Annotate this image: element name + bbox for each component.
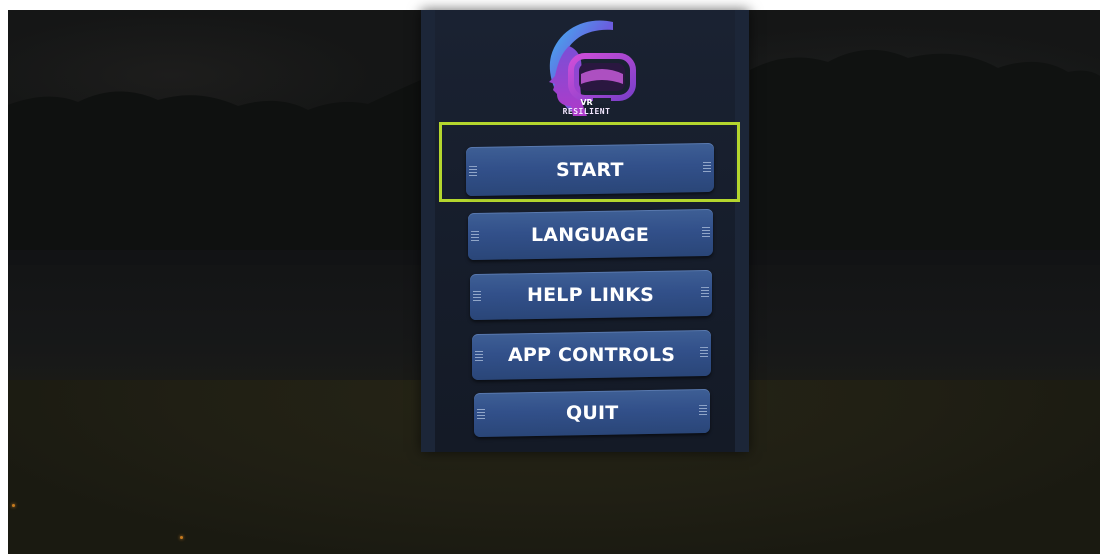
grip-lines-icon	[469, 165, 477, 177]
panel-right-edge	[735, 10, 749, 452]
grip-lines-icon	[699, 404, 707, 417]
grip-lines-icon	[471, 230, 479, 242]
quit-button[interactable]: QUIT	[474, 388, 710, 438]
start-button-label: START	[556, 158, 624, 181]
help-links-button[interactable]: HELP LINKS	[470, 269, 712, 321]
ember-particle	[12, 504, 15, 507]
grip-lines-icon	[701, 286, 709, 299]
grip-lines-icon	[477, 408, 485, 421]
logo-vr-text: VR	[580, 98, 593, 107]
grip-lines-icon	[473, 290, 481, 303]
grip-lines-icon	[475, 350, 483, 363]
grip-lines-icon	[702, 226, 710, 238]
quit-button-label: QUIT	[565, 402, 619, 425]
app-controls-button[interactable]: APP CONTROLS	[472, 329, 711, 381]
language-button-label: LANGUAGE	[531, 223, 650, 246]
grip-lines-icon	[703, 161, 711, 173]
grip-lines-icon	[700, 346, 708, 359]
logo-name-text: RESILIENT	[562, 107, 611, 116]
vr-resilient-logo: VR RESILIENT	[529, 16, 644, 126]
ember-particle	[180, 536, 183, 539]
app-controls-button-label: APP CONTROLS	[507, 344, 676, 367]
language-button[interactable]: LANGUAGE	[468, 208, 713, 261]
help-links-button-label: HELP LINKS	[527, 284, 655, 307]
start-button[interactable]: START	[466, 142, 714, 197]
panel-left-edge	[421, 10, 435, 452]
